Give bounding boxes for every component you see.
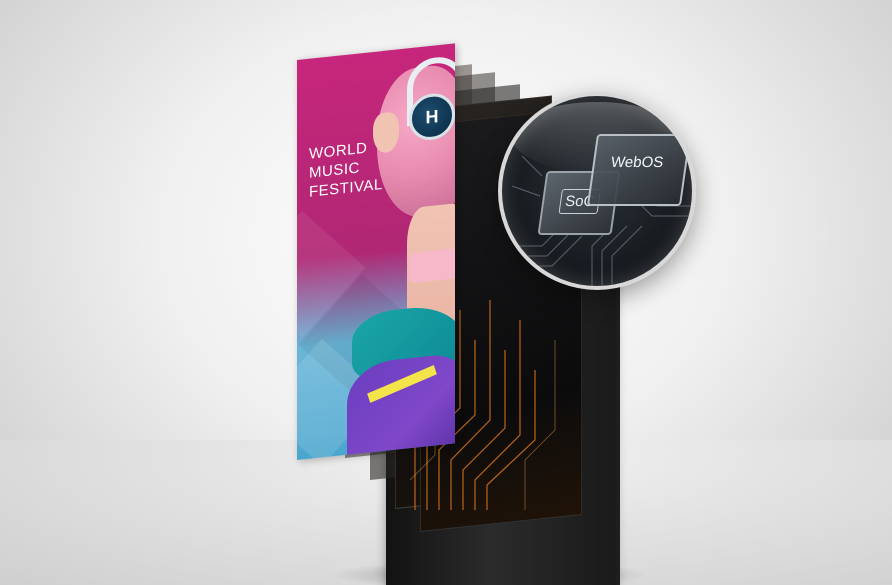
webos-label: WebOS <box>609 154 665 171</box>
chip-magnifier: SoC WebOS <box>498 92 696 290</box>
woman-top <box>409 247 455 284</box>
product-scene: WORLD MUSIC FESTIVAL H SoC WebOS <box>0 0 892 585</box>
poster-title: WORLD MUSIC FESTIVAL <box>309 137 383 202</box>
webos-chip: WebOS <box>586 134 692 206</box>
festival-poster: WORLD MUSIC FESTIVAL H <box>297 43 455 461</box>
